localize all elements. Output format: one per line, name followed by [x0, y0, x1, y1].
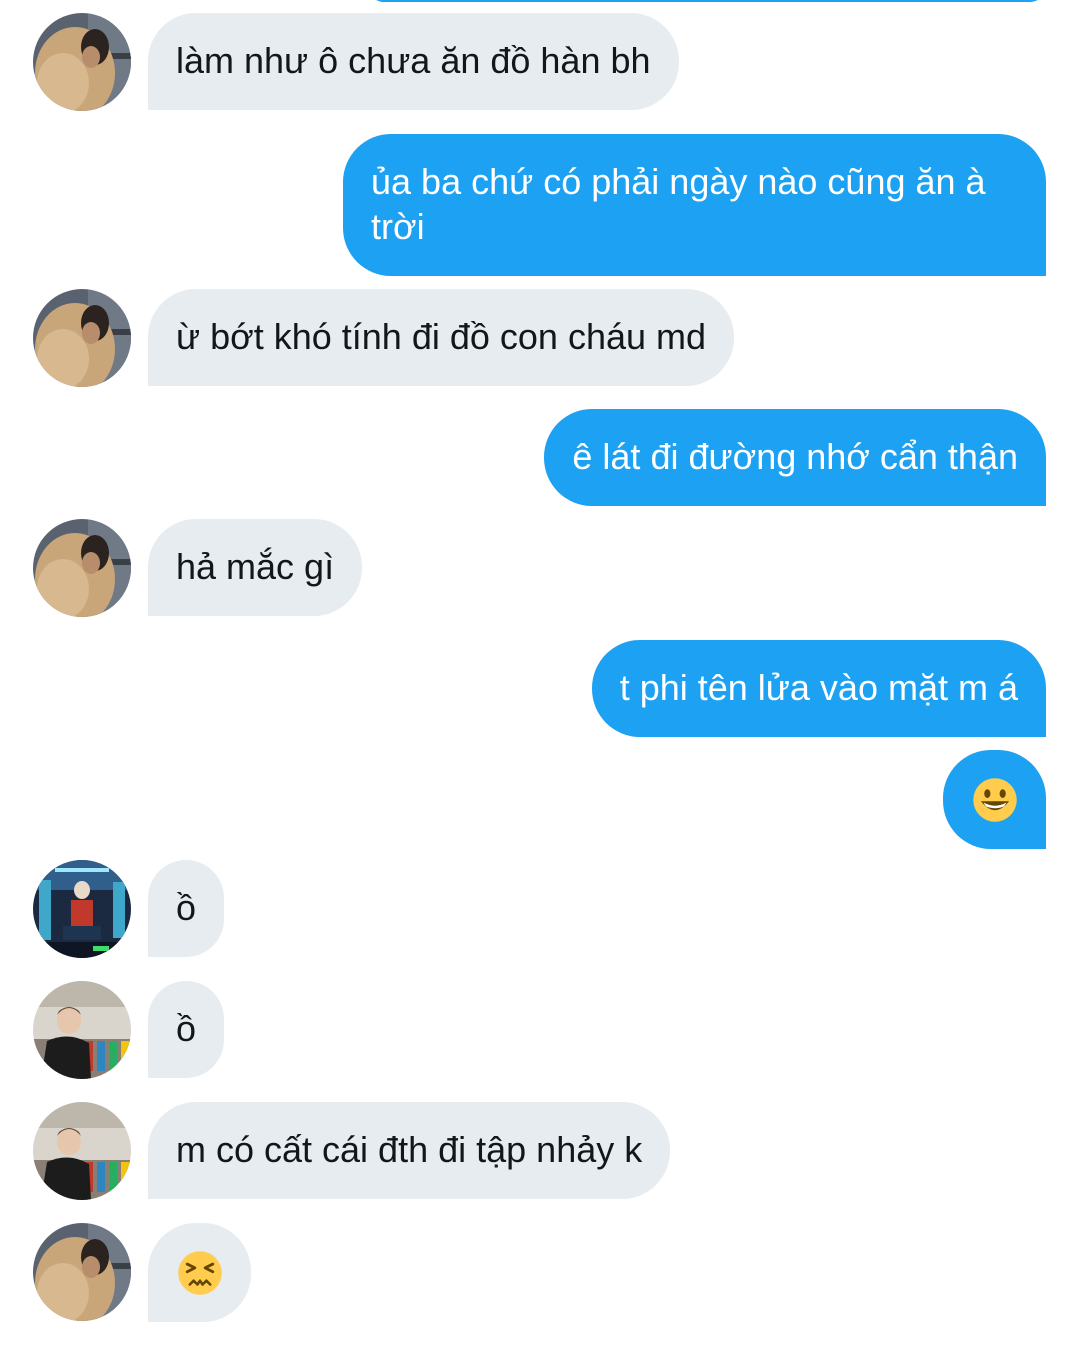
avatar-neon-image — [33, 860, 131, 958]
incoming-emoji-bubble[interactable] — [148, 1223, 251, 1322]
incoming-message-bubble[interactable]: ừ bớt khó tính đi đồ con cháu md — [148, 289, 735, 386]
outgoing-message-bubble[interactable]: t phi tên lửa vào mặt m á — [591, 640, 1046, 737]
outgoing-message-bubble[interactable]: ủa ba chứ có phải ngày nào cũng ăn à trờ… — [343, 134, 1046, 276]
avatar-suit-image — [33, 1102, 131, 1200]
incoming-message-bubble[interactable]: m có cất cái đth đi tập nhảy k — [148, 1102, 671, 1199]
incoming-message-bubble[interactable]: làm như ô chưa ăn đồ hàn bh — [148, 13, 679, 110]
grinning-face-emoji-icon — [972, 777, 1017, 822]
avatar-hooded[interactable] — [33, 519, 131, 617]
avatar-hooded[interactable] — [33, 1223, 131, 1321]
previous-message-bubble-edge[interactable] — [368, 0, 1046, 2]
message-text: ê lát đi đường nhớ cẩn thận — [572, 436, 1018, 477]
avatar-hooded-image — [33, 519, 131, 617]
avatar-suit[interactable] — [33, 1102, 131, 1200]
incoming-message-bubble[interactable]: hả mắc gì — [148, 519, 363, 616]
avatar-hooded-image — [33, 13, 131, 111]
conversation-thread: làm như ô chưa ăn đồ hàn bh ủa ba chứ có… — [0, 0, 1080, 1354]
message-text: t phi tên lửa vào mặt m á — [619, 667, 1018, 708]
message-text: ủa ba chứ có phải ngày nào cũng ăn à trờ… — [371, 161, 986, 247]
incoming-message-bubble[interactable]: ồ — [148, 860, 225, 957]
message-text: ồ — [176, 887, 197, 928]
outgoing-message-bubble[interactable]: ê lát đi đường nhớ cẩn thận — [544, 409, 1046, 506]
persevering-face-emoji-icon — [177, 1250, 222, 1295]
message-text: làm như ô chưa ăn đồ hàn bh — [176, 40, 651, 81]
message-text: ừ bớt khó tính đi đồ con cháu md — [176, 316, 707, 357]
avatar-suit-image — [33, 981, 131, 1079]
message-text: hả mắc gì — [176, 546, 335, 587]
outgoing-emoji-bubble[interactable] — [943, 750, 1046, 849]
message-text: m có cất cái đth đi tập nhảy k — [176, 1129, 643, 1170]
avatar-hooded[interactable] — [33, 13, 131, 111]
avatar-neon[interactable] — [33, 860, 131, 958]
message-text: ồ — [176, 1008, 197, 1049]
avatar-hooded-image — [33, 289, 131, 387]
avatar-suit[interactable] — [33, 981, 131, 1079]
avatar-hooded-image — [33, 1223, 131, 1321]
avatar-hooded[interactable] — [33, 289, 131, 387]
incoming-message-bubble[interactable]: ồ — [148, 981, 225, 1078]
